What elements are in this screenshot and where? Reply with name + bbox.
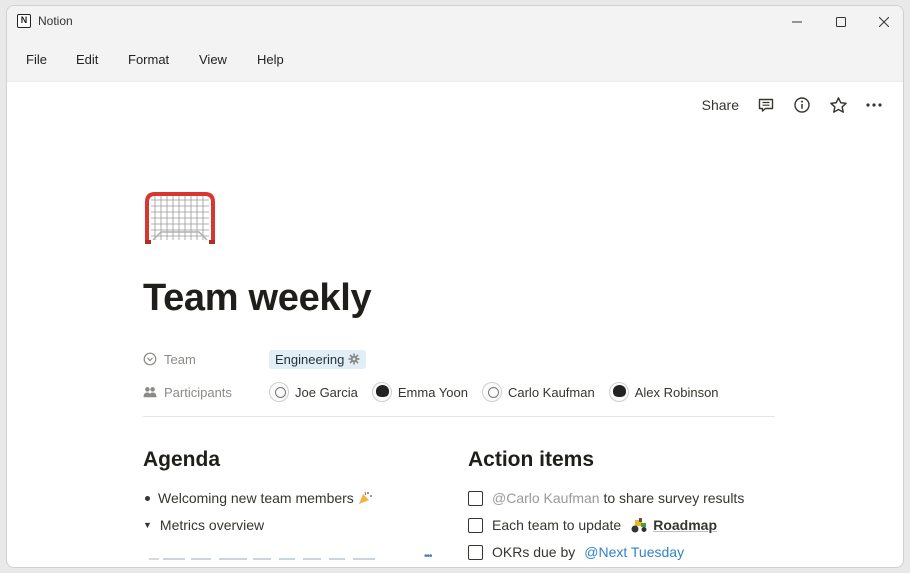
participants-list: Joe Garcia Emma Yoon Carlo Kaufman Alex … [269,382,719,402]
comment-icon [758,98,774,112]
team-tag[interactable]: Engineering [269,349,367,369]
page-actions: Share [702,94,885,116]
todo-checkbox[interactable] [468,517,483,533]
participants-label-text: Participants [164,384,232,400]
menu-file[interactable]: File [26,52,47,67]
more-options-button[interactable] [863,94,885,116]
menu-help[interactable]: Help [257,52,284,67]
gear-icon [348,353,360,365]
close-button[interactable] [862,6,903,38]
action-item: Each team to update Roadmap [468,517,717,533]
maximize-icon [836,17,846,27]
action-item: @Carlo Kaufman to share survey results [468,490,744,506]
avatar [481,382,502,402]
select-property-icon [143,352,157,366]
minimize-icon [792,21,802,23]
party-popper-icon [358,491,372,504]
person-joe-garcia[interactable]: Joe Garcia [269,382,358,402]
comments-button[interactable] [755,94,777,116]
avatar [269,382,289,402]
more-horizontal-icon [866,103,882,107]
action-item-text: Each team to update [492,517,622,533]
person-name: Alex Robinson [634,384,719,400]
roadmap-link[interactable]: Roadmap [653,517,717,533]
avatar [371,382,392,402]
menu-view[interactable]: View [199,52,227,67]
info-icon [794,97,810,113]
favorite-button[interactable] [827,94,849,116]
person-carlo-kaufman[interactable]: Carlo Kaufman [481,382,595,402]
page-title[interactable]: Team weekly [143,277,372,320]
action-item-text: OKRs due by [492,544,576,560]
menu-edit[interactable]: Edit [76,52,98,67]
todo-checkbox[interactable] [468,490,483,506]
menu-format[interactable]: Format [128,52,169,67]
date-mention[interactable]: @Next Tuesday [584,544,684,560]
more-dots-icon[interactable]: ••• [424,551,432,562]
person-name: Carlo Kaufman [507,384,595,400]
agenda-item[interactable]: Welcoming new team members [143,490,373,506]
team-property: Team Engineering [143,347,367,371]
close-icon [879,17,889,27]
agenda-heading[interactable]: Agenda [143,448,220,472]
team-tag-text: Engineering [275,351,345,367]
goal-net-icon[interactable] [143,188,219,246]
toggle-triangle-icon[interactable]: ▼ [143,520,152,530]
agenda-item-toggle[interactable]: ▼ Metrics overview [143,517,264,533]
action-item-suffix: to share survey results [599,490,745,506]
menu-bar: File Edit Format View Help [7,38,903,82]
share-button[interactable]: Share [702,97,739,113]
todo-checkbox[interactable] [468,544,483,560]
app-window: N Notion File Edit Format View Help Shar… [6,5,904,568]
metrics-preview[interactable] [143,552,435,567]
action-items-heading[interactable]: Action items [468,448,594,472]
maximize-button[interactable] [819,6,863,38]
team-property-label: Team [143,352,269,367]
avatar [608,382,629,402]
divider [143,416,775,417]
action-item-text: @Carlo Kaufman to share survey results [492,490,744,506]
team-label-text: Team [164,351,196,367]
action-item: OKRs due by @Next Tuesday [468,544,684,560]
page-info-button[interactable] [791,94,813,116]
participants-property-label: Participants [143,385,269,400]
window-title: Notion [38,14,73,28]
agenda-item-text: Metrics overview [159,517,265,533]
title-bar: N Notion [7,6,903,38]
people-icon [143,385,157,399]
user-mention[interactable]: @Carlo Kaufman [492,490,600,506]
person-name: Joe Garcia [295,384,358,400]
person-emma-yoon[interactable]: Emma Yoon [371,382,468,402]
notion-logo-icon: N [17,14,31,28]
tractor-icon [631,518,647,533]
minimize-button[interactable] [775,6,819,38]
star-icon [829,96,847,113]
participants-property: Participants Joe Garcia Emma Yoon Carlo … [143,380,719,404]
person-alex-robinson[interactable]: Alex Robinson [608,382,719,402]
person-name: Emma Yoon [397,384,468,400]
agenda-item-text: Welcoming new team members [158,490,354,506]
bullet-icon [145,495,150,501]
